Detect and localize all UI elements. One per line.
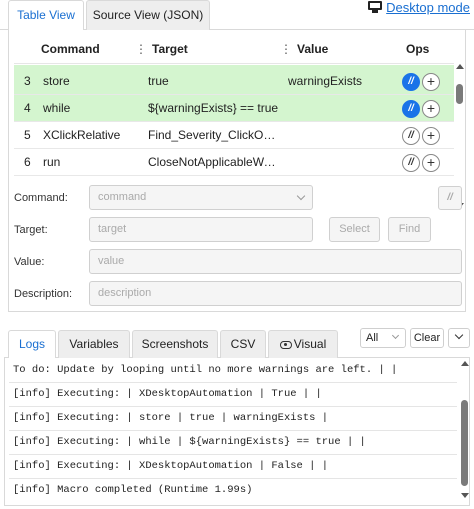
row-command: XClickRelative — [43, 128, 121, 142]
select-button[interactable]: Select — [329, 217, 380, 242]
target-placeholder: target — [98, 223, 127, 235]
clear-logs-button[interactable]: Clear — [410, 328, 444, 348]
command-select[interactable]: command — [89, 185, 313, 210]
column-menu-icon[interactable]: ⋮ — [135, 43, 147, 55]
tab-table-view[interactable]: Table View — [8, 0, 84, 31]
row-number: 4 — [24, 101, 31, 115]
description-label: Description: — [14, 288, 73, 300]
tab-screenshots[interactable]: Screenshots — [132, 330, 218, 359]
target-input[interactable]: target — [89, 217, 313, 242]
add-row-button[interactable]: + — [422, 127, 440, 145]
add-row-button[interactable]: + — [422, 73, 440, 91]
tab-variables[interactable]: Variables — [58, 330, 130, 359]
column-menu-icon[interactable]: ⋮ — [280, 43, 292, 55]
target-label: Target: — [14, 224, 48, 236]
editor-panel: Command ⋮ Target ⋮ Value Ops 3 store tru… — [8, 30, 466, 312]
header-value: Value — [297, 42, 329, 56]
table-row[interactable]: 5 XClickRelative Find_Severity_ClickOnWa… — [14, 122, 454, 149]
row-number: 3 — [24, 74, 31, 88]
eye-icon — [279, 341, 292, 349]
comment-toggle-button[interactable]: // — [402, 73, 420, 91]
monitor-icon — [368, 1, 383, 13]
log-entry: To do: Update by looping until no more w… — [13, 364, 398, 376]
tab-visual[interactable]: Visual — [268, 330, 338, 359]
value-label: Value: — [14, 256, 45, 268]
table-row[interactable]: 6 run CloseNotApplicableWarni... // + — [14, 149, 454, 176]
table-row[interactable]: 4 while ${warningExists} == true // + — [14, 95, 454, 122]
row-value: warningExists — [288, 74, 363, 88]
add-row-button[interactable]: + — [422, 154, 440, 172]
command-label: Command: — [14, 192, 68, 204]
tab-logs[interactable]: Logs — [8, 330, 56, 360]
row-target: true — [148, 74, 169, 88]
log-divider — [9, 454, 457, 455]
row-value — [288, 122, 393, 149]
value-input[interactable]: value — [89, 249, 462, 274]
command-table: Command ⋮ Target ⋮ Value Ops 3 store tru… — [14, 34, 454, 208]
value-placeholder: value — [98, 255, 125, 267]
log-entry: [info] Executing: | XDesktopAutomation |… — [13, 388, 322, 400]
log-entry: [info] Executing: | XDesktopAutomation |… — [13, 460, 329, 472]
scroll-down-icon[interactable] — [461, 493, 469, 498]
row-value — [288, 149, 393, 176]
scroll-up-icon[interactable] — [456, 64, 464, 69]
log-filter-select[interactable]: All — [360, 328, 406, 348]
header-command: Command — [41, 42, 100, 56]
log-divider — [9, 430, 457, 431]
comment-toggle-button[interactable]: // — [402, 154, 420, 172]
row-target: Find_Severity_ClickOnWar... — [148, 128, 280, 142]
description-input[interactable]: description — [89, 281, 462, 306]
chevron-down-icon — [296, 191, 306, 201]
row-command: run — [43, 155, 61, 169]
comment-toggle-button[interactable]: // — [402, 127, 420, 145]
log-divider — [9, 478, 457, 479]
log-scrollbar[interactable] — [460, 358, 469, 504]
table-row[interactable]: 3 store true warningExists // + — [14, 68, 454, 95]
scroll-thumb[interactable] — [456, 84, 463, 104]
header-target: Target — [152, 42, 188, 56]
row-command: store — [43, 74, 70, 88]
collapse-panel-button[interactable] — [448, 328, 470, 348]
row-number: 6 — [24, 155, 31, 169]
chevron-down-icon — [391, 331, 400, 340]
desktop-mode-label: Desktop mode — [386, 0, 470, 15]
description-placeholder: description — [98, 287, 152, 299]
tab-visual-label: Visual — [293, 337, 327, 351]
desktop-mode-link[interactable]: Desktop mode — [368, 0, 470, 16]
log-entry: [info] Executing: | while | ${warningExi… — [13, 436, 366, 448]
log-divider — [9, 406, 457, 407]
comment-toggle-button[interactable]: // — [402, 100, 420, 118]
row-command: while — [43, 101, 71, 115]
log-filter-value: All — [366, 332, 379, 344]
row-target: ${warningExists} == true — [148, 101, 279, 115]
row-target: CloseNotApplicableWarni... — [148, 155, 280, 169]
tab-csv[interactable]: CSV — [220, 330, 266, 359]
log-divider — [9, 382, 457, 383]
table-header: Command ⋮ Target ⋮ Value Ops — [14, 34, 454, 64]
log-list: To do: Update by looping until no more w… — [4, 358, 470, 506]
comment-command-button[interactable]: // — [438, 186, 462, 210]
log-entry: [info] Executing: | store | true | warni… — [13, 412, 329, 424]
find-button[interactable]: Find — [388, 217, 431, 242]
add-row-button[interactable]: + — [422, 100, 440, 118]
scroll-up-icon[interactable] — [461, 361, 469, 366]
scroll-thumb[interactable] — [461, 400, 468, 486]
chevron-down-icon — [454, 330, 464, 340]
header-ops: Ops — [406, 42, 430, 56]
row-value — [288, 95, 393, 122]
log-entry: [info] Macro completed (Runtime 1.99s) — [13, 484, 253, 496]
tab-source-view[interactable]: Source View (JSON) — [86, 0, 210, 30]
row-number: 5 — [24, 128, 31, 142]
command-placeholder: command — [98, 191, 147, 203]
